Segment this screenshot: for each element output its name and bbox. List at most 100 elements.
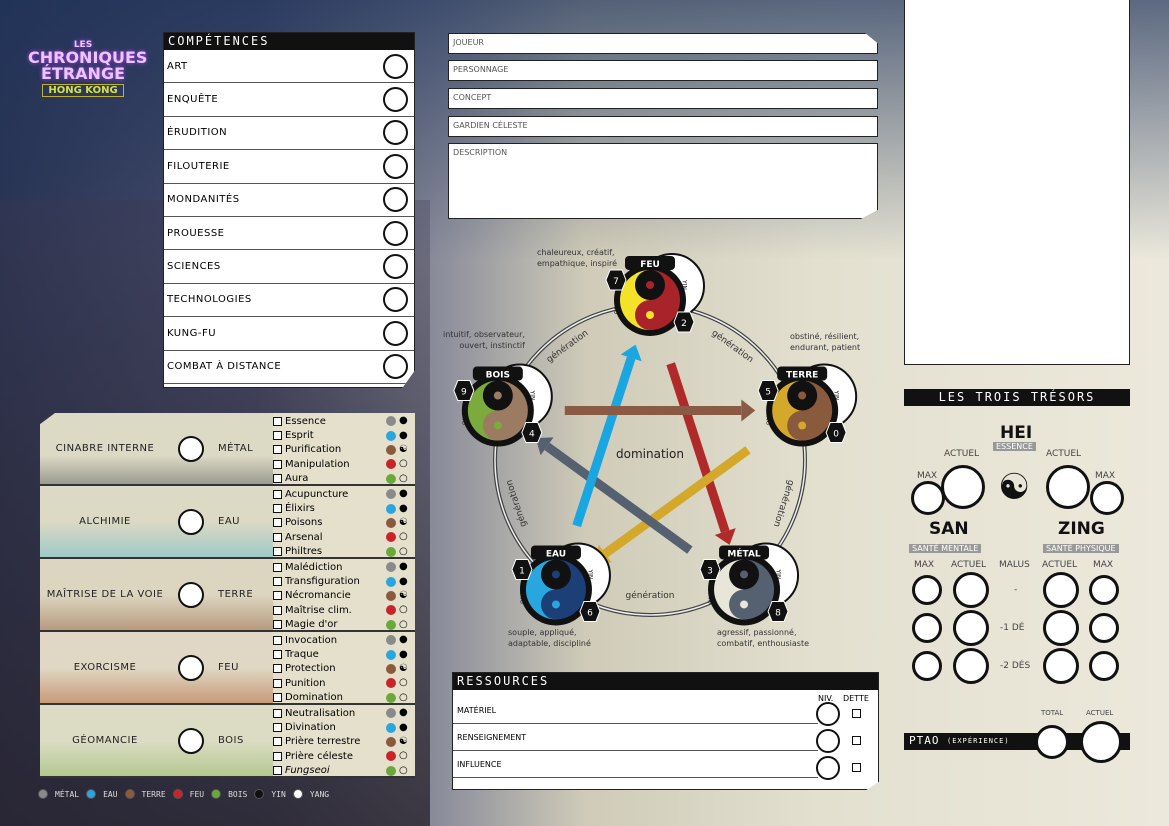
sub-checkbox[interactable]: [273, 474, 282, 484]
zing-actuel-circle[interactable]: [1043, 610, 1079, 646]
personnage-field[interactable]: PERSONNAGE: [448, 60, 878, 81]
sub-checkbox[interactable]: [273, 723, 282, 733]
sub-checkbox[interactable]: [273, 431, 282, 441]
joueur-field[interactable]: JOUEUR: [448, 33, 878, 54]
trait-line: ouvert, instinctif: [459, 341, 525, 350]
portrait-box[interactable]: [904, 0, 1130, 365]
sub-checkbox[interactable]: [273, 650, 282, 660]
sub-checkbox[interactable]: [273, 678, 282, 688]
discipline-score-circle[interactable]: [178, 654, 204, 681]
yang-icon: ○: [399, 618, 408, 630]
ressource-dette-checkbox[interactable]: [852, 709, 861, 718]
discipline-score-circle[interactable]: [178, 508, 204, 535]
discipline-score-circle[interactable]: [178, 581, 204, 608]
competence-score-circle[interactable]: [383, 153, 408, 179]
discipline-score-circle[interactable]: [178, 435, 204, 462]
malus-header: MALUS: [999, 560, 1030, 570]
competence-score-circle[interactable]: [383, 287, 408, 313]
ressource-niv-circle[interactable]: [816, 702, 840, 726]
hei-max-left-circle[interactable]: [911, 481, 945, 515]
hei-max-right-circle[interactable]: [1090, 481, 1124, 515]
san-actuel-circle[interactable]: [953, 648, 989, 684]
discipline-score-circle[interactable]: [178, 727, 204, 754]
sub-checkbox[interactable]: [273, 562, 282, 572]
yang-value: 7: [613, 277, 619, 287]
ptao-label: PTAO: [909, 734, 940, 747]
sub-checkbox[interactable]: [273, 620, 282, 630]
zing-max-circle[interactable]: [1089, 613, 1119, 643]
eau-legend-icon: [86, 789, 97, 799]
sub-checkbox[interactable]: [273, 751, 282, 761]
sub-checkbox[interactable]: [273, 459, 282, 469]
sub-checkbox[interactable]: [273, 577, 282, 587]
san-actuel-circle[interactable]: [953, 610, 989, 646]
san-actuel-circle[interactable]: [953, 572, 989, 608]
yin-legend-icon: [254, 789, 265, 799]
ptao-sub: (EXPÉRIENCE): [947, 737, 1010, 745]
ressource-niv-circle[interactable]: [816, 756, 840, 780]
gardien-field[interactable]: GARDIEN CÉLESTE: [448, 116, 878, 137]
description-field[interactable]: DESCRIPTION: [448, 143, 878, 219]
hei-actuel-left-circle[interactable]: [941, 465, 985, 509]
zing-actuel-circle[interactable]: [1043, 648, 1079, 684]
sub-checkbox[interactable]: [273, 504, 282, 514]
sub-label: Philtres: [285, 546, 323, 558]
sub-checkbox[interactable]: [273, 518, 282, 528]
domination-label: domination: [616, 447, 684, 461]
competence-score-circle[interactable]: [383, 53, 408, 79]
ressource-dette-checkbox[interactable]: [852, 763, 861, 772]
sub-label: Nécromancie: [285, 590, 351, 602]
competence-score-circle[interactable]: [383, 120, 408, 146]
sub-label: Divination: [285, 722, 336, 734]
discipline-row: EXORCISME FEU Invocation ● Traque ● Protection…: [40, 632, 415, 705]
competence-score-circle[interactable]: [383, 254, 408, 280]
sub-label: Domination: [285, 692, 343, 704]
hei-actuel-right: ACTUEL: [1046, 449, 1082, 459]
hei-max-right: MAX: [1095, 471, 1116, 481]
sub-checkbox[interactable]: [273, 532, 282, 542]
sub-checkbox[interactable]: [273, 445, 282, 455]
san-max-circle[interactable]: [912, 613, 942, 643]
zing-actuel-circle[interactable]: [1043, 572, 1079, 608]
yang-icon: ○: [399, 677, 408, 689]
sub-checkbox[interactable]: [273, 664, 282, 674]
competence-label: MONDANITÉS: [167, 194, 240, 206]
feu-icon: [386, 532, 396, 543]
competence-row: ART: [164, 50, 414, 84]
zing-max-circle[interactable]: [1089, 575, 1119, 605]
competence-score-circle[interactable]: [383, 220, 408, 246]
yang-icon: ○: [399, 545, 408, 557]
sub-checkbox[interactable]: [273, 489, 282, 499]
ressource-niv-circle[interactable]: [816, 729, 840, 753]
malus-level: -: [1014, 585, 1018, 595]
san-actuel-header: ACTUEL: [951, 560, 987, 570]
concept-field[interactable]: CONCEPT: [448, 88, 878, 109]
competence-score-circle[interactable]: [383, 187, 408, 213]
sub-checkbox[interactable]: [273, 591, 282, 601]
sub-checkbox[interactable]: [273, 635, 282, 645]
sub-checkbox[interactable]: [273, 708, 282, 718]
competence-row: PROUESSE: [164, 217, 414, 251]
sub-checkbox[interactable]: [273, 693, 282, 703]
ptao-total-circle[interactable]: [1035, 725, 1069, 759]
zing-max-circle[interactable]: [1089, 651, 1119, 681]
generation-label: génération: [544, 327, 590, 365]
sub-checkbox[interactable]: [273, 737, 282, 747]
sub-checkbox[interactable]: [273, 605, 282, 615]
competence-score-circle[interactable]: [383, 320, 408, 346]
sub-label: Aura: [285, 473, 309, 485]
competence-score-circle[interactable]: [383, 87, 408, 113]
yang-label: YANG: [707, 586, 714, 604]
ressource-dette-checkbox[interactable]: [852, 736, 861, 745]
san-max-circle[interactable]: [912, 651, 942, 681]
san-max-circle[interactable]: [912, 575, 942, 605]
hei-actuel-right-circle[interactable]: [1046, 465, 1090, 509]
sub-checkbox[interactable]: [273, 547, 282, 557]
sub-checkbox[interactable]: [273, 766, 282, 776]
discipline-name: EXORCISME: [73, 662, 137, 673]
ptao-actuel-circle[interactable]: [1080, 721, 1122, 763]
metal-icon: [386, 562, 396, 573]
feu-legend-icon: [172, 789, 183, 799]
competence-score-circle[interactable]: [383, 354, 408, 380]
sub-checkbox[interactable]: [273, 416, 282, 426]
